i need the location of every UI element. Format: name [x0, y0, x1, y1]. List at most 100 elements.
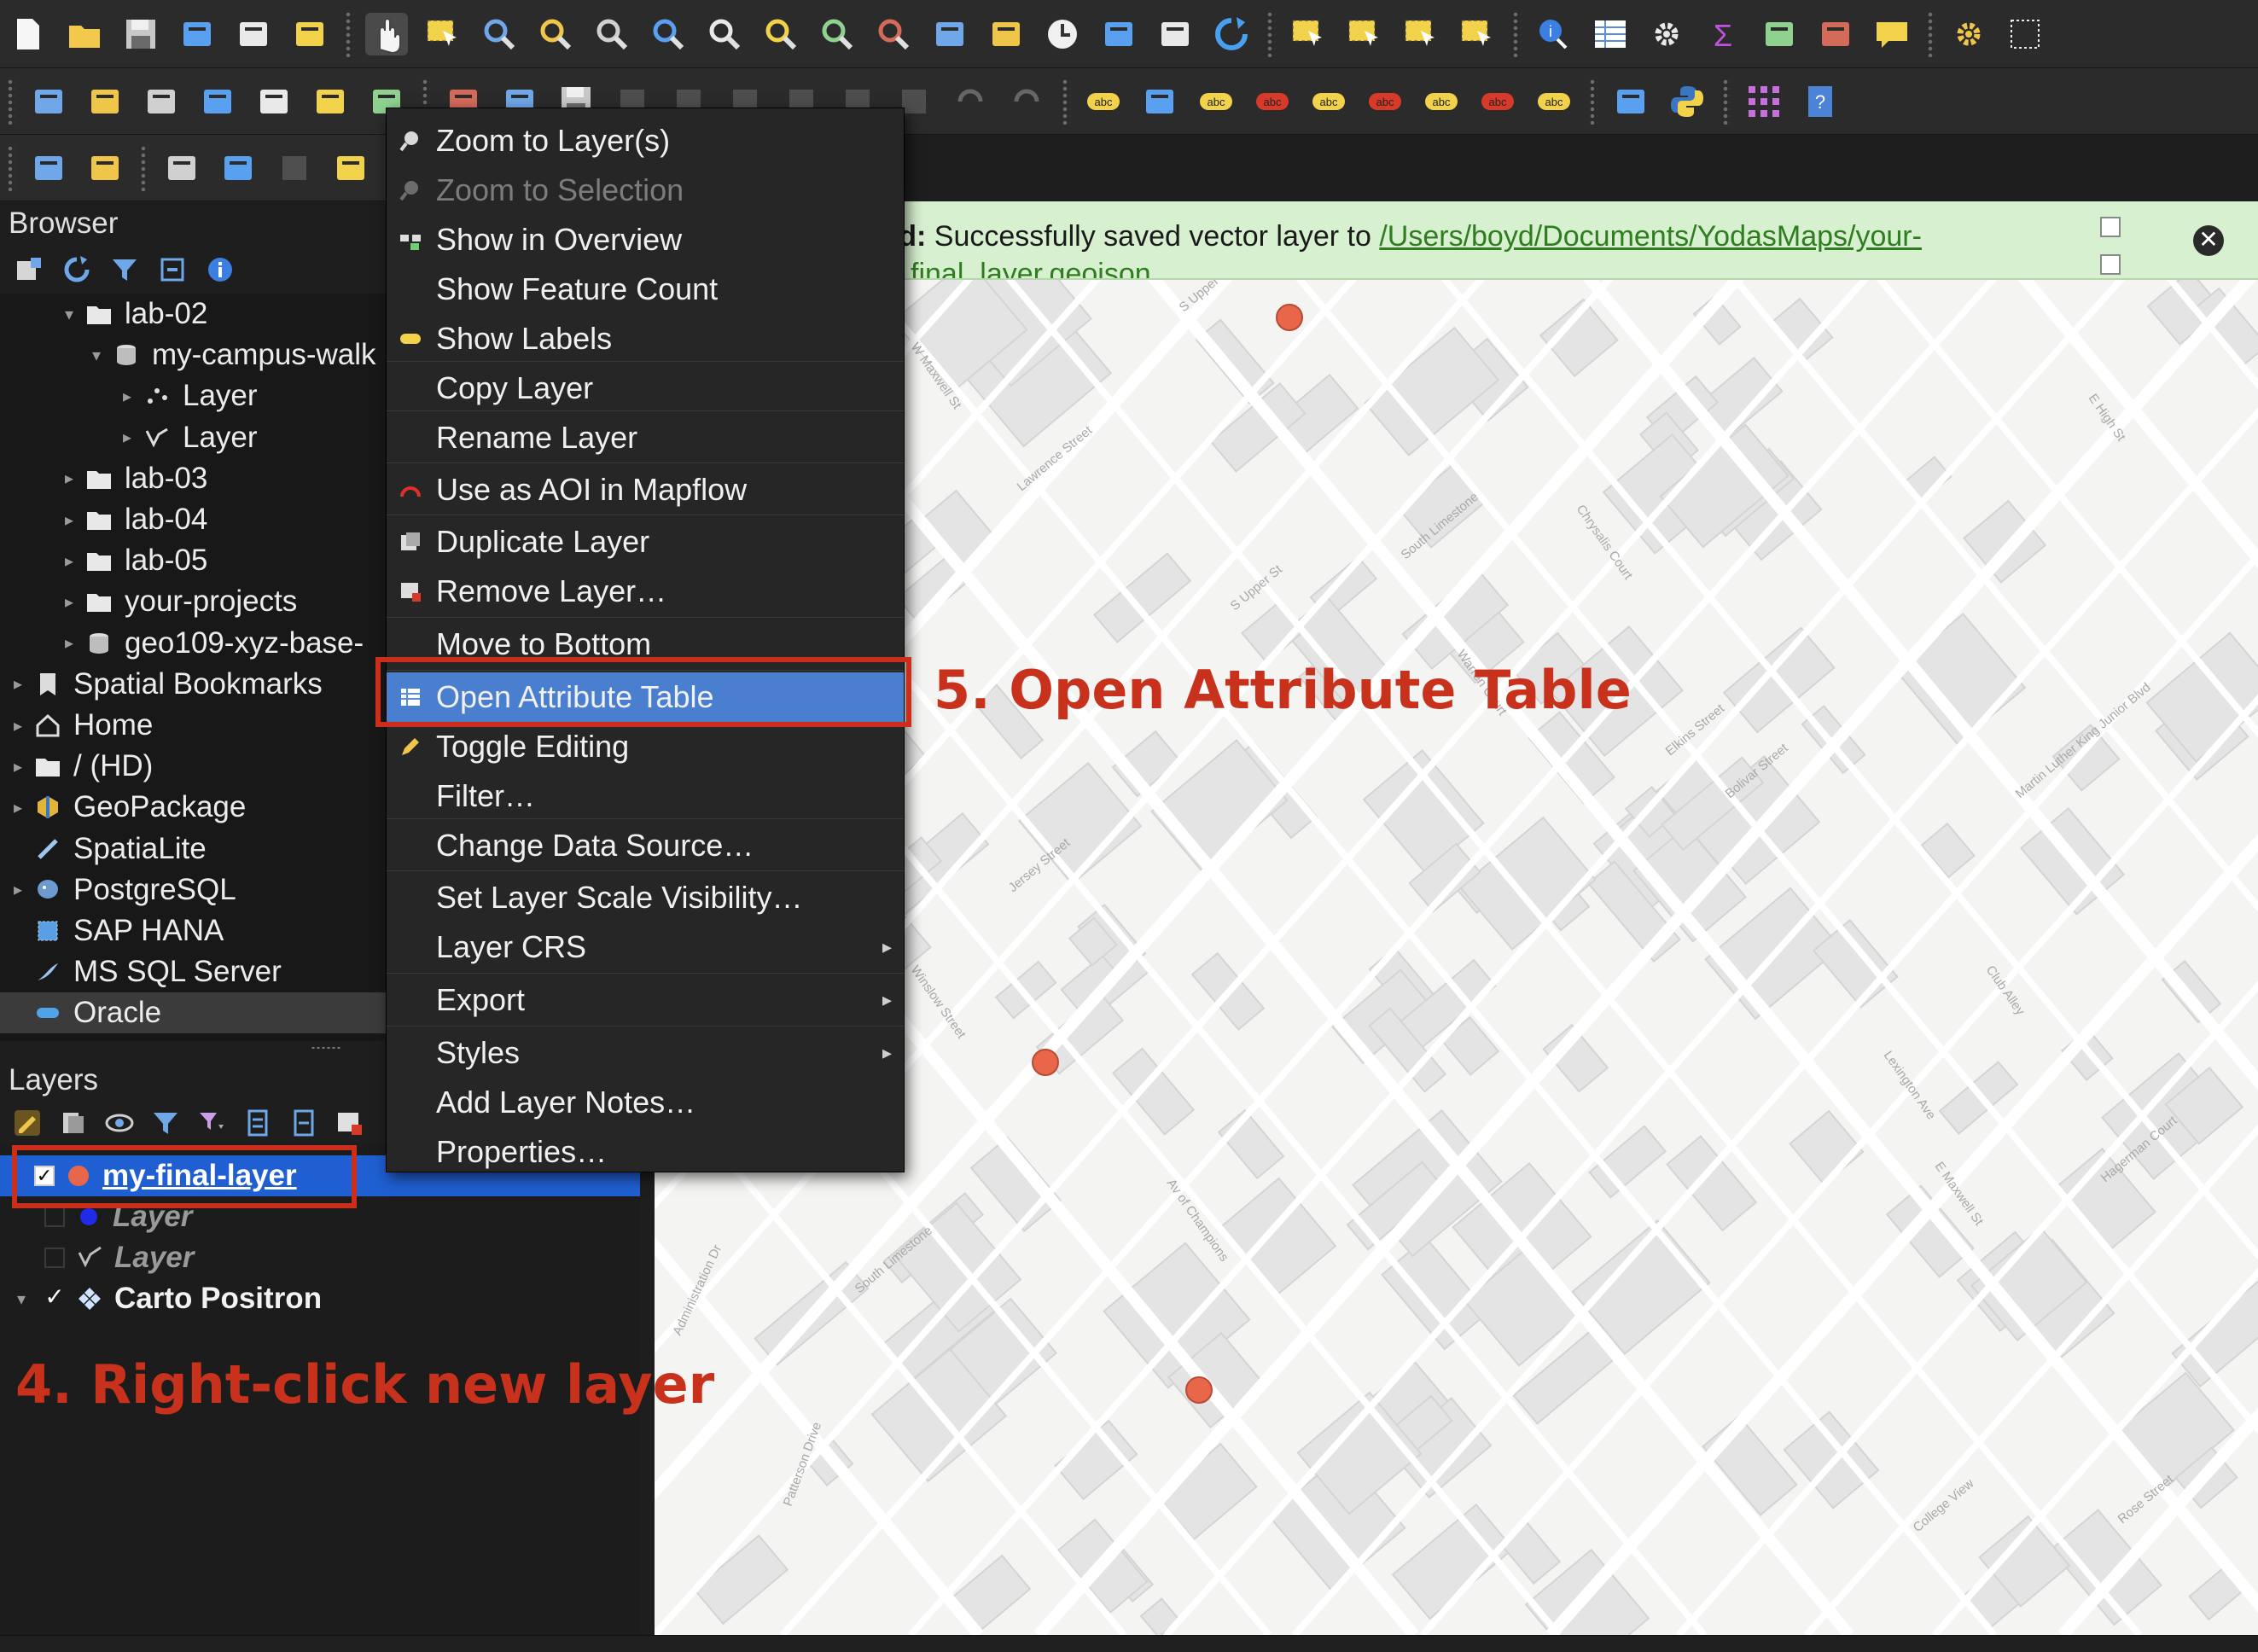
menu-item-copy-layer[interactable]: Copy Layer: [387, 364, 904, 413]
toolbar-grip[interactable]: [7, 78, 15, 125]
filter-legend-icon[interactable]: [150, 1108, 181, 1138]
collapsed-arrow-icon[interactable]: ▸: [9, 879, 27, 900]
menu-item-show-labels[interactable]: Show Labels: [387, 314, 904, 364]
browser-item-sap-hana[interactable]: SAP HANA: [0, 910, 391, 951]
add-selected-layers-icon[interactable]: [14, 254, 44, 285]
expand-all-icon[interactable]: [242, 1108, 273, 1138]
collapse-all-icon[interactable]: [157, 254, 188, 285]
attribute-table-icon[interactable]: [1589, 13, 1632, 55]
help-icon[interactable]: ?: [1799, 80, 1842, 123]
identify-icon[interactable]: i: [1533, 13, 1575, 55]
menu-item-use-as-aoi-in-mapflow[interactable]: Use as AOI in Mapflow: [387, 465, 904, 515]
browser-item-oracle[interactable]: Oracle: [0, 992, 391, 1034]
browser-item-ms-sql-server[interactable]: MS SQL Server: [0, 951, 391, 992]
refresh-icon[interactable]: [1210, 13, 1253, 55]
measure-icon[interactable]: [1814, 13, 1857, 55]
data-source-manager-icon[interactable]: [27, 80, 70, 123]
toolbar-grip[interactable]: [1512, 10, 1521, 57]
toolbar-grip[interactable]: [1062, 78, 1070, 125]
browser-item-lab-03[interactable]: ▸ lab-03: [0, 458, 391, 499]
zoom-next-icon[interactable]: [872, 13, 915, 55]
browser-item-spatialite[interactable]: SpatiaLite: [0, 829, 391, 870]
zoom-full-icon[interactable]: [591, 13, 633, 55]
snapping-icon[interactable]: [84, 147, 126, 189]
collapsed-arrow-icon[interactable]: ▸: [9, 715, 27, 736]
style-manager-icon[interactable]: [288, 13, 331, 55]
menu-item-toggle-editing[interactable]: Toggle Editing: [387, 722, 904, 771]
digitizing-tools-icon[interactable]: [27, 147, 70, 189]
more-icon[interactable]: [2004, 13, 2046, 55]
collapsed-arrow-icon[interactable]: ▸: [9, 673, 27, 695]
browser-item-postgresql[interactable]: ▸ PostgreSQL: [0, 870, 391, 910]
shape-digitizing-icon[interactable]: [217, 147, 259, 189]
message-option-checkbox[interactable]: [2100, 254, 2121, 275]
remove-layer-icon[interactable]: [335, 1108, 365, 1138]
browser-item-my-campus-walk[interactable]: ▾ my-campus-walk: [0, 334, 391, 375]
menu-item-duplicate-layer[interactable]: Duplicate Layer: [387, 517, 904, 567]
browser-item-geo109-xyz-base[interactable]: ▸ geo109-xyz-base-: [0, 623, 391, 664]
menu-item-filter[interactable]: Filter…: [387, 771, 904, 821]
statistics-icon[interactable]: Σ: [1702, 13, 1744, 55]
field-calculator-icon[interactable]: [1758, 13, 1801, 55]
new-map-view-icon[interactable]: [928, 13, 971, 55]
panel-splitter[interactable]: [0, 1041, 391, 1055]
zoom-out-icon[interactable]: [534, 13, 577, 55]
toolbar-grip[interactable]: [1266, 10, 1275, 57]
zoom-to-selection-icon[interactable]: [647, 13, 690, 55]
menu-item-properties[interactable]: Properties…: [387, 1127, 904, 1177]
new-project-icon[interactable]: [7, 13, 49, 55]
collapsed-arrow-icon[interactable]: ▸: [60, 468, 79, 489]
menu-item-styles[interactable]: Styles ▸: [387, 1028, 904, 1078]
collapsed-arrow-icon[interactable]: ▸: [60, 509, 79, 531]
message-option-checkbox[interactable]: [2100, 217, 2121, 237]
browser-item-your-projects[interactable]: ▸ your-projects: [0, 581, 391, 622]
filter-by-expression-icon[interactable]: [196, 1108, 227, 1138]
select-location-icon[interactable]: [1456, 13, 1499, 55]
split-features-icon[interactable]: [329, 147, 372, 189]
expanded-arrow-icon[interactable]: ▾: [60, 304, 79, 325]
new-shapefile-layer-icon[interactable]: [140, 80, 183, 123]
new-geopackage-layer-icon[interactable]: [84, 80, 126, 123]
deselect-icon[interactable]: [1400, 13, 1442, 55]
layout-manager-icon[interactable]: [232, 13, 275, 55]
layer-row-carto-positron[interactable]: ▾ ✓ Carto Positron: [0, 1278, 640, 1319]
new-3d-view-icon[interactable]: [985, 13, 1027, 55]
layer-visibility-checkbox[interactable]: [44, 1248, 65, 1268]
filter-icon[interactable]: [109, 254, 140, 285]
map-tips-icon[interactable]: [1871, 13, 1913, 55]
saved-file-link[interactable]: /Users/boyd/Documents/YodasMaps/your-: [1379, 220, 1922, 253]
new-spatialite-layer-icon[interactable]: [196, 80, 239, 123]
layer-visibility-checkbox[interactable]: [44, 1207, 65, 1227]
menu-item-rename-layer[interactable]: Rename Layer: [387, 413, 904, 462]
pan-to-selection-icon[interactable]: [422, 13, 464, 55]
collapsed-arrow-icon[interactable]: ▸: [60, 632, 79, 654]
menu-item-show-in-overview[interactable]: Show in Overview: [387, 215, 904, 265]
toolbar-grip[interactable]: [7, 144, 15, 191]
add-group-icon[interactable]: [58, 1108, 89, 1138]
collapsed-arrow-icon[interactable]: ▸: [9, 797, 27, 818]
point-feature[interactable]: [1276, 304, 1303, 331]
pan-map-icon[interactable]: [365, 12, 408, 55]
layer-row-layer-lines[interactable]: Layer: [0, 1237, 640, 1278]
python-icon[interactable]: [1666, 80, 1708, 123]
browser-item-layer[interactable]: ▸ Layer: [0, 417, 391, 458]
collapsed-arrow-icon[interactable]: ▸: [118, 386, 137, 407]
show-bookmarks-icon[interactable]: [1154, 13, 1196, 55]
toolbar-grip[interactable]: [1722, 78, 1731, 125]
move-label-icon[interactable]: abc: [1364, 80, 1406, 123]
menu-item-zoom-to-layer-s[interactable]: Zoom to Layer(s): [387, 116, 904, 166]
advanced-digitizing-icon[interactable]: [160, 147, 203, 189]
collapsed-arrow-icon[interactable]: ▸: [118, 427, 137, 448]
new-print-layout-icon[interactable]: [176, 13, 218, 55]
browser-item-lab-05[interactable]: ▸ lab-05: [0, 540, 391, 581]
saved-file-link-cont[interactable]: final_layer.geojson: [911, 258, 1151, 278]
undo-icon[interactable]: [949, 80, 992, 123]
toolbar-grip[interactable]: [140, 144, 148, 191]
manage-map-themes-icon[interactable]: [104, 1108, 135, 1138]
processing-toolbox-icon[interactable]: [1645, 13, 1688, 55]
browser-item-hd[interactable]: ▸ / (HD): [0, 746, 391, 787]
diagram-icon[interactable]: [1138, 80, 1181, 123]
save-project-icon[interactable]: [119, 13, 162, 55]
toolbar-grip[interactable]: [1589, 78, 1597, 125]
browser-item-layer[interactable]: ▸ Layer: [0, 375, 391, 416]
